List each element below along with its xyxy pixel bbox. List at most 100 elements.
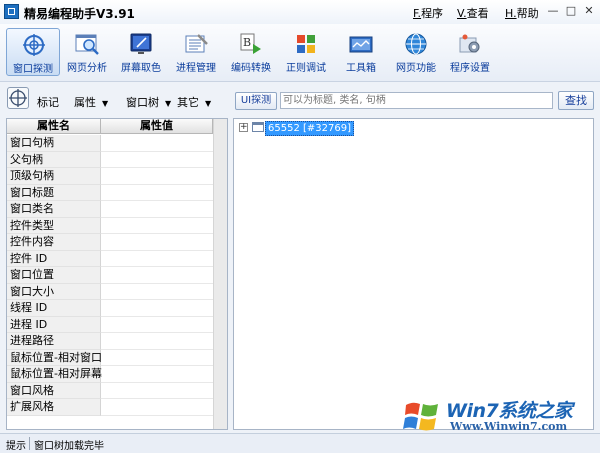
status-divider <box>29 437 30 450</box>
property-value[interactable] <box>101 218 213 234</box>
property-value[interactable] <box>101 152 213 168</box>
column-header-name[interactable]: 属性名 <box>7 119 101 134</box>
property-name: 控件 ID <box>7 250 101 267</box>
ui-probe-button[interactable]: UI探测 <box>235 92 277 110</box>
toolbar-process-manager[interactable]: 进程管理 <box>169 28 223 76</box>
toolbar-settings[interactable]: 程序设置 <box>443 28 497 76</box>
toolbar-label: 网页功能 <box>396 63 436 74</box>
property-row[interactable]: 窗口风格 <box>7 382 213 399</box>
column-header-value[interactable]: 属性值 <box>101 119 213 134</box>
watermark-brand: Win7系统之家 <box>446 400 573 422</box>
property-value[interactable] <box>101 350 213 366</box>
settings-icon <box>459 34 480 53</box>
menu-view-label: 查看 <box>466 7 489 20</box>
property-row[interactable]: 扩展风格 <box>7 399 213 416</box>
property-grid-header: 属性名 属性值 <box>7 119 213 134</box>
close-button[interactable]: ✕ <box>580 3 598 19</box>
property-row[interactable]: 控件类型 <box>7 217 213 234</box>
property-row[interactable]: 窗口标题 <box>7 184 213 201</box>
property-row[interactable]: 线程 ID <box>7 300 213 317</box>
status-bar: 提示 窗口树加载完毕 <box>0 433 600 453</box>
toolbar-label: 网页分析 <box>67 63 107 74</box>
property-name: 窗口大小 <box>7 283 101 300</box>
property-value[interactable] <box>101 317 213 333</box>
property-name: 窗口类名 <box>7 201 101 218</box>
minimize-button[interactable]: — <box>544 3 562 19</box>
property-row[interactable]: 鼠标位置-相对屏幕 <box>7 366 213 383</box>
property-value[interactable] <box>101 366 213 383</box>
property-row[interactable]: 进程 ID <box>7 316 213 333</box>
property-value[interactable] <box>101 251 213 267</box>
toolbar-color-picker[interactable]: 屏幕取色 <box>114 28 168 76</box>
property-value[interactable] <box>101 201 213 218</box>
property-row[interactable]: 父句柄 <box>7 151 213 168</box>
property-value[interactable] <box>101 399 213 416</box>
window-tree: + 65552 [#32769] <box>233 118 594 430</box>
property-value[interactable] <box>101 383 213 399</box>
menu-help[interactable]: H.帮助 <box>505 5 539 21</box>
toolbar-web-analysis[interactable]: 网页分析 <box>60 28 114 76</box>
windows-logo-icon <box>403 402 438 431</box>
menu-program[interactable]: F.程序 <box>413 5 443 21</box>
app-icon <box>4 4 19 19</box>
other-menu[interactable]: 其它 ▼ <box>177 94 211 110</box>
menu-view-key: V. <box>457 7 467 20</box>
tree-expander[interactable]: + <box>239 123 248 132</box>
toolbar-regex[interactable]: 正则调试 <box>279 28 333 76</box>
property-value[interactable] <box>101 267 213 284</box>
property-grid-scrollbar[interactable] <box>213 119 227 429</box>
property-name: 控件类型 <box>7 217 101 234</box>
title-bar: 精易编程助手V3.91 F.程序 V.查看 H.帮助 — □ ✕ <box>0 0 600 25</box>
search-button[interactable]: 查找 <box>558 91 594 110</box>
toolbar-window-probe[interactable]: 窗口探测 <box>6 28 60 76</box>
property-grid: 属性名 属性值 窗口句柄 父句柄 顶级句柄 窗口标题 窗口类名 控件类型 控件内容 控件 ID… <box>6 118 228 430</box>
process-manager-icon <box>185 34 208 53</box>
toolbox-icon <box>349 36 373 53</box>
property-value[interactable] <box>101 168 213 185</box>
property-value[interactable] <box>101 284 213 300</box>
property-menu[interactable]: 属性 ▼ <box>74 94 108 110</box>
property-value[interactable] <box>101 300 213 317</box>
property-row[interactable]: 窗口大小 <box>7 283 213 300</box>
toolbar-toolbox[interactable]: 工具箱 <box>334 28 388 76</box>
property-row[interactable]: 顶级句柄 <box>7 168 213 185</box>
toolbar-label: 进程管理 <box>176 63 216 74</box>
property-row[interactable]: 进程路径 <box>7 333 213 350</box>
property-value[interactable] <box>101 135 213 152</box>
menu-view[interactable]: V.查看 <box>457 5 489 21</box>
menu-help-label: 帮助 <box>516 7 539 20</box>
status-label: 提示 <box>6 441 26 452</box>
toolbar-label: 正则调试 <box>286 63 326 74</box>
maximize-button[interactable]: □ <box>562 3 580 19</box>
probe-crosshair-button[interactable] <box>7 87 29 109</box>
toolbar-web-functions[interactable]: 网页功能 <box>389 28 443 76</box>
search-input[interactable] <box>280 92 553 109</box>
property-row[interactable]: 控件 ID <box>7 250 213 267</box>
property-row[interactable]: 窗口句柄 <box>7 135 213 152</box>
property-value[interactable] <box>101 234 213 251</box>
property-row[interactable]: 鼠标位置-相对窗口 <box>7 349 213 366</box>
property-row[interactable]: 控件内容 <box>7 234 213 251</box>
window-tree-menu[interactable]: 窗口树 ▼ <box>126 94 171 110</box>
property-name: 控件内容 <box>7 234 101 251</box>
chevron-down-icon: ▼ <box>202 99 212 108</box>
web-analysis-icon <box>75 34 99 55</box>
property-value[interactable] <box>101 333 213 350</box>
window-node-icon <box>252 122 264 132</box>
tree-node-root[interactable]: 65552 [#32769] <box>265 121 354 136</box>
property-name: 顶级句柄 <box>7 168 101 185</box>
svg-text:B: B <box>243 36 251 49</box>
window-tree-menu-label: 窗口树 <box>126 96 159 109</box>
property-value[interactable] <box>101 185 213 201</box>
toolbar-label: 程序设置 <box>450 63 490 74</box>
property-name: 父句柄 <box>7 151 101 168</box>
menu-help-key: H. <box>505 7 517 20</box>
property-row[interactable]: 窗口类名 <box>7 201 213 218</box>
watermark-url: Www.Winwin7.com <box>450 420 568 433</box>
toolbar-label: 屏幕取色 <box>121 63 161 74</box>
window-title: 精易编程助手V3.91 <box>24 7 135 21</box>
property-name: 鼠标位置-相对屏幕 <box>7 366 102 383</box>
mark-label: 标记 <box>37 96 59 109</box>
toolbar-encoding[interactable]: B 编码转换 <box>224 28 278 76</box>
property-row[interactable]: 窗口位置 <box>7 267 213 284</box>
